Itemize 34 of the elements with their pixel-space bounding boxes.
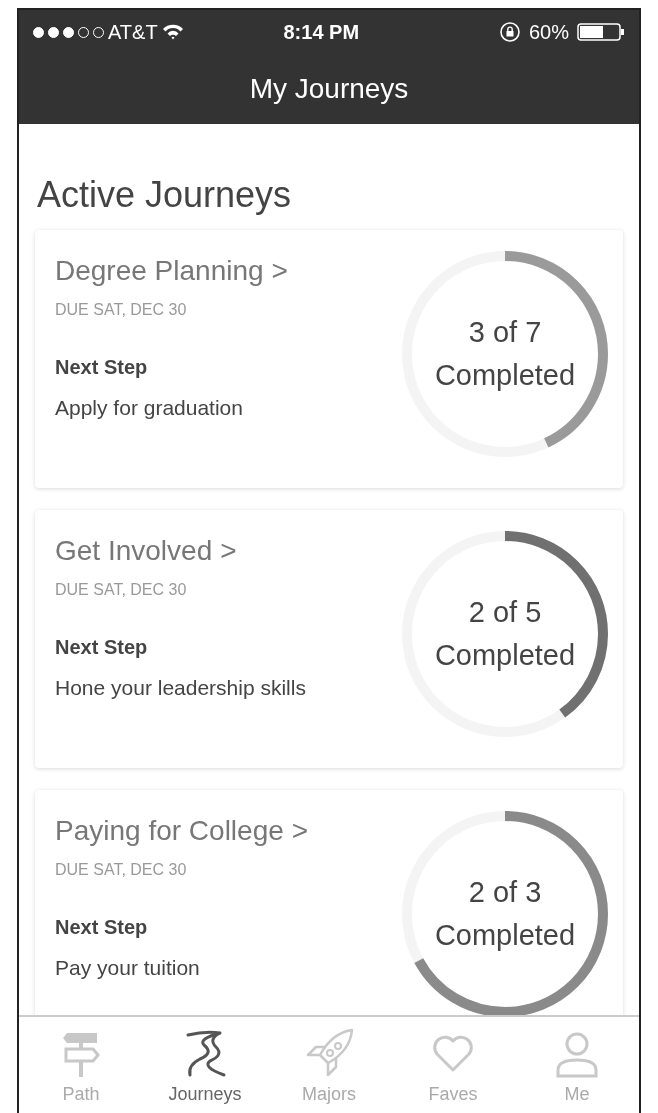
journey-card[interactable]: Get Involved > DUE SAT, DEC 30 Next Step Hone your leadership skills 2 of 5 Completed <box>35 510 623 768</box>
battery-icon <box>577 22 625 42</box>
due-date: DUE SAT, DEC 30 <box>55 580 188 600</box>
due-date: DUE SAT, DEC 30 <box>55 860 188 880</box>
wifi-icon <box>161 24 184 40</box>
chevron-icon: > <box>271 250 288 292</box>
progress-label: Completed <box>434 358 576 393</box>
progress-label: Completed <box>434 918 576 953</box>
next-step-label: Next Step <box>55 635 149 660</box>
progress-label: Completed <box>434 638 576 673</box>
next-step-text: Pay your tuition <box>55 955 201 981</box>
person-icon <box>554 1030 600 1078</box>
progress-count: 2 of 5 <box>468 594 542 630</box>
next-step-label: Next Step <box>55 915 149 940</box>
journey-title: Get Involved <box>55 534 213 568</box>
next-step-label: Next Step <box>55 355 149 380</box>
carrier-name: AT&T <box>108 20 158 45</box>
progress-count: 2 of 3 <box>468 874 542 910</box>
next-step-text: Hone your leadership skills <box>55 675 306 701</box>
chevron-icon: > <box>291 810 309 852</box>
battery-percent: 60% <box>528 20 569 45</box>
rotation-lock-icon <box>498 21 521 43</box>
journey-card[interactable]: Degree Planning > DUE SAT, DEC 30 Next Step Apply for graduation 3 of 7 Completed <box>35 230 623 488</box>
progress-count: 3 of 7 <box>468 314 542 350</box>
due-date: DUE SAT, DEC 30 <box>55 300 188 320</box>
journey-title: Paying for College <box>55 814 284 848</box>
tab-item[interactable]: Journeys <box>143 1017 267 1113</box>
screen-title: My Journeys <box>249 72 409 106</box>
clock-time: 8:14 PM <box>283 20 360 45</box>
next-step-text: Apply for graduation <box>55 395 244 421</box>
section-title: Active Journeys <box>37 173 293 217</box>
journey-card[interactable]: Paying for College > DUE SAT, DEC 30 Next Step Pay your tuition 2 of 3 Completed <box>35 790 623 1015</box>
journey-title: Degree Planning <box>55 254 264 288</box>
chevron-icon: > <box>220 530 237 572</box>
